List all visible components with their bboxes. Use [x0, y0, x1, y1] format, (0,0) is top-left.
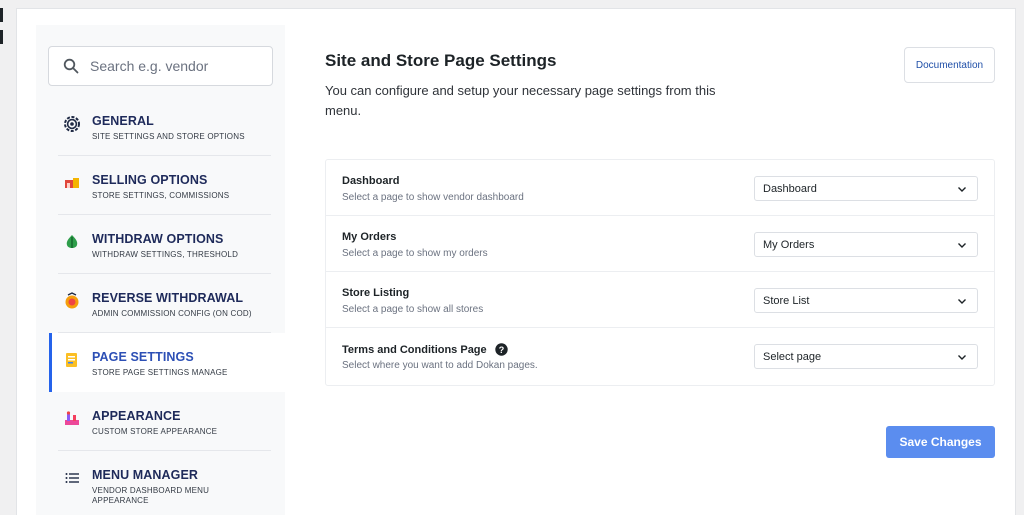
edge-marker [0, 8, 3, 22]
active-indicator [49, 333, 52, 392]
store-icon [63, 174, 81, 192]
settings-list: Dashboard Select a page to show vendor d… [325, 159, 995, 386]
select-value: My Orders [763, 238, 815, 251]
search-input[interactable] [90, 58, 260, 74]
setting-label: Dashboard [342, 175, 399, 187]
documentation-button[interactable]: Documentation [904, 47, 995, 83]
store-listing-page-select[interactable]: Store List [754, 288, 978, 313]
menu-subtitle: ADMIN COMMISSION CONFIG (ON COD) [92, 309, 252, 318]
help-icon[interactable]: ? [494, 343, 508, 356]
menu-subtitle: SITE SETTINGS AND STORE OPTIONS [92, 132, 245, 141]
select-value: Dashboard [763, 182, 817, 195]
setting-label-text: Dashboard [342, 175, 400, 187]
coin-icon [63, 292, 81, 310]
sidebar-item-menu-manager[interactable]: MENU MANAGER VENDOR DASHBOARD MENU APPEA… [36, 451, 285, 510]
select-value: Store List [763, 294, 810, 307]
page-title: Site and Store Page Settings [325, 51, 557, 70]
setting-row-dashboard: Dashboard Select a page to show vendor d… [326, 160, 994, 216]
sidebar-item-page-settings[interactable]: PAGE SETTINGS STORE PAGE SETTINGS MANAGE [49, 333, 285, 392]
menu-subtitle: WITHDRAW SETTINGS, THRESHOLD [92, 250, 239, 259]
save-changes-button[interactable]: Save Changes [886, 426, 995, 458]
gear-icon [63, 115, 81, 133]
setting-description: Select a page to show vendor dashboard [342, 192, 524, 203]
menu-title: SELLING OPTIONS [92, 173, 208, 187]
search-icon [63, 58, 79, 74]
setting-description: Select a page to show all stores [342, 304, 484, 315]
sidebar-item-general[interactable]: GENERAL SITE SETTINGS AND STORE OPTIONS [36, 97, 285, 156]
setting-label: Terms and Conditions Page ? [342, 343, 508, 356]
setting-row-terms: Terms and Conditions Page ? Select where… [326, 328, 994, 384]
menu-title: WITHDRAW OPTIONS [92, 232, 224, 246]
menu-title: REVERSE WITHDRAWAL [92, 291, 244, 305]
setting-description: Select a page to show my orders [342, 248, 488, 259]
chevron-down-icon [958, 186, 966, 192]
setting-row-store-listing: Store Listing Select a page to show all … [326, 272, 994, 328]
list-icon [63, 469, 81, 487]
setting-description: Select where you want to add Dokan pages… [342, 360, 538, 371]
settings-menu: GENERAL SITE SETTINGS AND STORE OPTIONS … [36, 97, 285, 510]
svg-text:?: ? [498, 345, 504, 355]
menu-subtitle: CUSTOM STORE APPEARANCE [92, 427, 218, 436]
sidebar-item-selling-options[interactable]: SELLING OPTIONS STORE SETTINGS, COMMISSI… [36, 156, 285, 215]
sidebar-item-reverse-withdrawal[interactable]: REVERSE WITHDRAWAL ADMIN COMMISSION CONF… [36, 274, 285, 333]
setting-label-text: My Orders [342, 231, 397, 243]
setting-label-text: Terms and Conditions Page [342, 343, 487, 356]
setting-label-text: Store Listing [342, 287, 410, 299]
menu-title: GENERAL [92, 114, 154, 128]
menu-subtitle: STORE SETTINGS, COMMISSIONS [92, 191, 230, 200]
my-orders-page-select[interactable]: My Orders [754, 232, 978, 257]
sidebar-item-withdraw-options[interactable]: WITHDRAW OPTIONS WITHDRAW SETTINGS, THRE… [36, 215, 285, 274]
setting-label: Store Listing [342, 287, 409, 299]
page-description: You can configure and setup your necessa… [325, 83, 716, 118]
setting-label: My Orders [342, 231, 396, 243]
select-value: Select page [763, 350, 822, 363]
menu-subtitle: STORE PAGE SETTINGS MANAGE [92, 368, 228, 377]
menu-subtitle: VENDOR DASHBOARD MENU APPEARANCE [92, 486, 210, 505]
appearance-icon [63, 410, 81, 428]
terms-page-select[interactable]: Select page [754, 344, 978, 369]
dashboard-page-select[interactable]: Dashboard [754, 176, 978, 201]
window-edge [0, 0, 8, 515]
menu-title: PAGE SETTINGS [92, 350, 194, 364]
sidebar-item-appearance[interactable]: APPEARANCE CUSTOM STORE APPEARANCE [36, 392, 285, 451]
chevron-down-icon [958, 354, 966, 360]
setting-row-my-orders: My Orders Select a page to show my order… [326, 216, 994, 272]
chevron-down-icon [958, 298, 966, 304]
money-bag-icon [63, 233, 81, 251]
search-box[interactable] [48, 46, 273, 86]
menu-title: MENU MANAGER [92, 468, 199, 482]
menu-title: APPEARANCE [92, 409, 181, 423]
edge-marker [0, 30, 3, 44]
chevron-down-icon [958, 242, 966, 248]
page-icon [63, 351, 81, 369]
sidebar: GENERAL SITE SETTINGS AND STORE OPTIONS … [36, 25, 285, 515]
